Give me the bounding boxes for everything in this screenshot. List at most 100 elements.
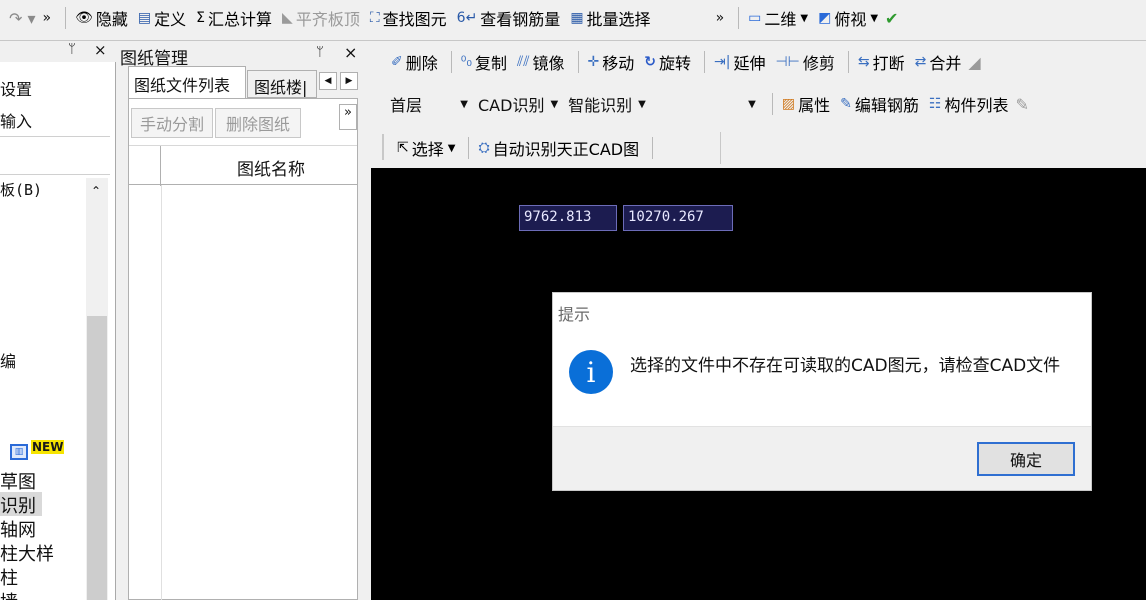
tree-item-column[interactable]: 柱: [0, 564, 18, 590]
select-button[interactable]: ⇱ 选择 ▼: [394, 135, 458, 161]
toolbar-grip: [382, 134, 384, 160]
vertical-scrollbar[interactable]: ⌃: [86, 178, 108, 600]
pin-icon[interactable]: ᛘ: [316, 45, 324, 60]
view-mode-select[interactable]: ▭ 二维 ▼: [745, 5, 811, 31]
coord-x-input[interactable]: 9762.813: [519, 205, 617, 231]
dialog-message: 选择的文件中不存在可读取的CAD图元，请检查CAD文件: [630, 356, 1061, 376]
info-icon: i: [569, 350, 613, 394]
coord-y-input[interactable]: 10270.267: [623, 205, 733, 231]
component-select[interactable]: ▼: [656, 92, 756, 116]
break-button[interactable]: ⇆ 打断: [855, 49, 908, 75]
overflow-button-2[interactable]: »: [716, 10, 725, 26]
nav-item[interactable]: 输入: [0, 108, 32, 132]
find-element-button[interactable]: ⛶ 查找图元: [367, 5, 450, 31]
mode-value: CAD识别: [478, 96, 545, 115]
message-dialog: 提示 i 选择的文件中不存在可读取的CAD图元，请检查CAD文件 确定: [552, 292, 1092, 491]
break-label: 打断: [872, 54, 905, 73]
properties-button[interactable]: ▨ 属性: [779, 91, 833, 117]
define-icon: ▤: [137, 10, 152, 26]
toolbar-border: [0, 40, 1146, 41]
delete-drawing-button[interactable]: 删除图纸: [215, 108, 301, 138]
mode-select[interactable]: CAD识别 ▼: [478, 92, 558, 116]
auto-recognize-label: 自动识别天正CAD图: [492, 140, 640, 159]
mirror-label: 镜像: [532, 54, 565, 73]
divider: [577, 51, 579, 73]
left-panel-header: ᛘ ×: [0, 41, 116, 62]
view-mode-label: 二维: [764, 10, 797, 29]
ok-button[interactable]: 确定: [977, 442, 1075, 476]
close-icon[interactable]: ×: [344, 43, 357, 62]
define-button[interactable]: ▤ 定义: [135, 5, 189, 31]
manual-split-button[interactable]: 手动分割: [131, 108, 213, 138]
edit-rebar-label: 编辑钢筋: [854, 96, 919, 115]
leaf-icon[interactable]: ✔: [885, 9, 898, 28]
select-label: 选择: [411, 140, 444, 159]
rotate-label: 旋转: [659, 54, 692, 73]
tab-scroll-right-icon[interactable]: ▶: [340, 72, 358, 90]
auto-recognize-tangent-button[interactable]: ⛭ 自动识别天正CAD图: [475, 135, 642, 161]
chevron-down-icon: ▼: [550, 98, 559, 110]
redo-button[interactable]: ↷ ▾: [6, 5, 39, 31]
trim-button[interactable]: ⊣⊢ 修剪: [772, 49, 837, 75]
main-toolbar: ↷ ▾ » 👁 隐藏 ▤ 定义 Σ 汇总计算 ◣ 平齐板顶 ⛶ 查找图元 6↵ 查看钢筋量 …: [0, 4, 1146, 32]
property-toolbar: 首层 ▼ CAD识别 ▼ 智能识别 ▼ ▼ ▨ 属性 ✎ 编辑钢筋 ☷ 构件列表 ✎: [372, 90, 1146, 118]
summary-calc-button[interactable]: Σ 汇总计算: [193, 5, 275, 31]
tree-item-slab[interactable]: 板(B): [0, 179, 42, 200]
move-button[interactable]: ✛ 移动: [585, 49, 638, 75]
tree-item-sketch[interactable]: 草图: [0, 468, 36, 494]
tab-drawing-file-list[interactable]: 图纸文件列表: [128, 66, 246, 98]
divider: [847, 51, 849, 73]
divider: [65, 7, 67, 29]
column-header-drawing-name[interactable]: 图纸名称: [237, 155, 305, 180]
tree-item-recognize[interactable]: 识别: [0, 492, 42, 517]
nav-divider: [0, 136, 110, 137]
floor-select[interactable]: 首层 ▼: [390, 92, 468, 116]
delete-button[interactable]: ✐ 删除: [388, 49, 441, 75]
more-button[interactable]: »: [339, 104, 357, 130]
view-rebar-button[interactable]: 6↵ 查看钢筋量: [454, 5, 564, 31]
nav-item[interactable]: 设置: [0, 76, 32, 100]
binoculars-icon: ⛶: [369, 10, 380, 26]
align-slab-top-label: 平齐板顶: [295, 10, 360, 29]
close-icon[interactable]: ×: [94, 41, 107, 59]
chevron-down-icon: ▼: [800, 12, 809, 24]
tree-item-wall[interactable]: 墙: [0, 588, 18, 600]
move-label: 移动: [602, 54, 635, 73]
scroll-up-icon[interactable]: ⌃: [91, 184, 101, 198]
divider: [652, 137, 654, 159]
rotate-button[interactable]: ↻ 旋转: [641, 49, 694, 75]
tree-item-axis[interactable]: 轴网: [0, 516, 36, 542]
scroll-thumb[interactable]: [87, 316, 107, 600]
mirror-button[interactable]: ⫽⫽ 镜像: [514, 49, 568, 75]
merge-button[interactable]: ⇄ 合并: [912, 49, 965, 75]
component-list-button[interactable]: ☷ 构件列表: [926, 91, 1012, 117]
overflow-button[interactable]: »: [43, 10, 52, 26]
tab-drawing-floor[interactable]: 图纸楼|: [247, 70, 317, 98]
tree-item[interactable]: 编: [0, 348, 16, 372]
select-toolbar: ⇱ 选择 ▼ ⛭ 自动识别天正CAD图: [372, 132, 1146, 164]
copy-button[interactable]: ⁰₀ 复制: [458, 49, 510, 75]
smart-recognize-value: 智能识别: [568, 96, 633, 115]
chevron-down-icon: ▼: [638, 98, 646, 110]
view-direction-select[interactable]: ◩ 俯视 ▼: [815, 5, 881, 31]
brush-icon[interactable]: ✎: [1015, 95, 1028, 114]
hide-button[interactable]: 👁 隐藏: [72, 5, 131, 31]
extend-icon: ⇥|: [714, 54, 731, 70]
break-icon: ⇆: [857, 54, 870, 70]
smart-recognize-select[interactable]: 智能识别 ▼: [568, 92, 646, 116]
module-nav-panel: ᛘ × 设置 输入 板(B) 编 ▥ NEW 草图 识别 轴网 柱大样 柱 墙 …: [0, 41, 116, 600]
tree-item-column-detail[interactable]: 柱大样: [0, 540, 54, 566]
align-icon: ◣: [282, 10, 293, 26]
align-slab-top-button[interactable]: ◣ 平齐板顶: [279, 5, 363, 31]
pin-icon[interactable]: ᛘ: [68, 42, 76, 57]
trim-label: 修剪: [802, 54, 835, 73]
delete-label: 删除: [405, 54, 438, 73]
component-list-label: 构件列表: [944, 96, 1009, 115]
batch-select-button[interactable]: ▦ 批量选择: [567, 5, 653, 31]
edit-rebar-button[interactable]: ✎ 编辑钢筋: [837, 91, 922, 117]
extend-button[interactable]: ⇥| 延伸: [711, 49, 768, 75]
tab-scroll-left-icon[interactable]: ◀: [319, 72, 337, 90]
divider: [738, 7, 740, 29]
more-tools-icon[interactable]: ◢: [968, 53, 980, 72]
copy-icon: ⁰₀: [460, 54, 472, 70]
